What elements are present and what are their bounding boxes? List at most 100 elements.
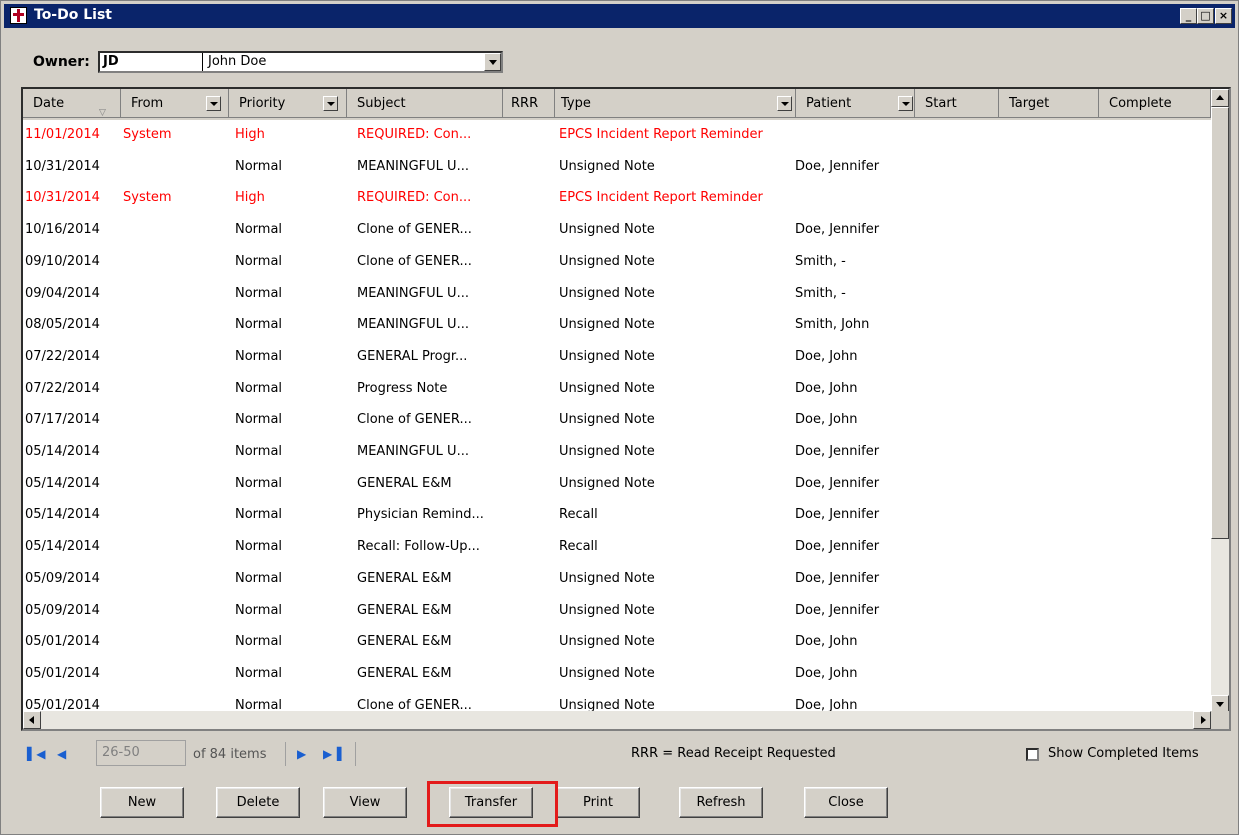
cell-date: 10/16/2014 [25, 222, 100, 238]
table-row[interactable]: 07/17/2014 Normal Clone of GENER... Unsigne… [23, 405, 1211, 436]
column-header-start[interactable]: Start [915, 89, 999, 118]
column-header-type[interactable]: Type [555, 89, 795, 118]
minimize-button[interactable]: _ [1180, 8, 1197, 24]
column-header-date[interactable]: Date ▽ [23, 89, 121, 118]
scroll-left-icon[interactable] [23, 711, 41, 729]
cell-priority: Normal [235, 285, 283, 301]
table-row[interactable]: 10/31/2014 Normal MEANINGFUL U... Unsigned … [23, 152, 1211, 183]
cell-type: Unsigned Note [559, 285, 655, 301]
cell-subject: GENERAL E&M [357, 475, 452, 491]
cell-subject: REQUIRED: Con... [357, 127, 472, 142]
cell-patient: Doe, John [795, 665, 858, 681]
show-completed-checkbox[interactable] [1026, 748, 1039, 761]
table-row[interactable]: 05/14/2014 Normal MEANINGFUL U... Unsigned … [23, 437, 1211, 468]
todo-grid[interactable]: Date ▽ From Priority Subject RRR Type Pat… [21, 87, 1231, 731]
vertical-scrollbar[interactable] [1211, 89, 1229, 713]
column-label: RRR [511, 96, 539, 111]
table-row[interactable]: 07/22/2014 Normal GENERAL Progr... Unsigned… [23, 342, 1211, 373]
column-header-priority[interactable]: Priority [229, 89, 347, 118]
table-row[interactable]: 07/22/2014 Normal Progress Note Unsigned No… [23, 374, 1211, 405]
refresh-button[interactable]: Refresh [679, 787, 763, 818]
cell-type: EPCS Incident Report Reminder [559, 127, 763, 142]
title-bar[interactable]: To-Do List _ □ × [4, 4, 1235, 28]
owner-name: John Doe [208, 54, 267, 69]
cell-subject: Clone of GENER... [357, 412, 472, 428]
page-range-input[interactable]: 26-50 [96, 740, 186, 766]
column-label: Priority [239, 96, 286, 111]
table-row[interactable]: 05/14/2014 Normal GENERAL E&M Unsigned Note… [23, 469, 1211, 500]
table-row[interactable]: 05/09/2014 Normal GENERAL E&M Unsigned Note… [23, 564, 1211, 595]
app-icon [10, 7, 27, 24]
print-button[interactable]: Print [556, 787, 640, 818]
owner-separator [202, 53, 203, 71]
cell-type: Unsigned Note [559, 412, 655, 428]
cell-type: Unsigned Note [559, 222, 655, 238]
column-header-rrr[interactable]: RRR [503, 89, 555, 118]
table-row[interactable]: 05/14/2014 Normal Physician Remind... Recal… [23, 500, 1211, 531]
scroll-up-icon[interactable] [1211, 89, 1229, 107]
table-row[interactable]: 09/04/2014 Normal MEANINGFUL U... Unsigned … [23, 279, 1211, 310]
cell-priority: Normal [235, 380, 283, 396]
cell-priority: Normal [235, 539, 283, 555]
column-header-patient[interactable]: Patient [795, 89, 915, 118]
cell-patient: Doe, Jennifer [795, 158, 880, 174]
table-row[interactable]: 08/05/2014 Normal MEANINGFUL U... Unsigned … [23, 310, 1211, 341]
cell-subject: GENERAL E&M [357, 570, 452, 586]
cell-type: Unsigned Note [559, 634, 655, 650]
maximize-button[interactable]: □ [1197, 8, 1214, 24]
first-page-icon[interactable]: ▌◀ [27, 747, 45, 761]
horizontal-scrollbar[interactable] [23, 711, 1211, 729]
column-header-target[interactable]: Target [999, 89, 1099, 118]
cell-subject: GENERAL E&M [357, 665, 452, 681]
chevron-down-icon[interactable] [484, 53, 501, 71]
delete-button[interactable]: Delete [216, 787, 300, 818]
filter-dropdown-icon[interactable] [323, 96, 338, 111]
cell-subject: Clone of GENER... [357, 253, 472, 269]
cell-date: 05/09/2014 [25, 602, 100, 618]
cell-priority: Normal [235, 602, 283, 618]
cell-priority: Normal [235, 570, 283, 586]
window-title: To-Do List [34, 7, 112, 23]
cell-priority: Normal [235, 317, 283, 333]
cell-type: Unsigned Note [559, 380, 655, 396]
cell-type: Unsigned Note [559, 348, 655, 364]
column-header-from[interactable]: From [121, 89, 229, 118]
cell-patient: Smith, John [795, 317, 870, 333]
cell-patient: Doe, Jennifer [795, 602, 880, 618]
cell-type: Unsigned Note [559, 253, 655, 269]
table-row[interactable]: 05/14/2014 Normal Recall: Follow-Up... Reca… [23, 532, 1211, 563]
filter-dropdown-icon[interactable] [206, 96, 221, 111]
cell-subject: MEANINGFUL U... [357, 285, 469, 301]
last-page-icon[interactable]: ▶▐ [323, 747, 341, 761]
scroll-right-icon[interactable] [1193, 711, 1211, 729]
cell-priority: Normal [235, 507, 283, 523]
cell-priority: Normal [235, 348, 283, 364]
close-window-button[interactable]: × [1215, 8, 1232, 24]
filter-dropdown-icon[interactable] [777, 96, 792, 111]
cell-patient: Doe, Jennifer [795, 570, 880, 586]
column-header-subject[interactable]: Subject [347, 89, 503, 118]
transfer-highlight-box [427, 781, 558, 827]
table-row[interactable]: 09/10/2014 Normal Clone of GENER... Unsigne… [23, 247, 1211, 278]
owner-select[interactable]: JD John Doe [98, 51, 503, 73]
close-button[interactable]: Close [804, 787, 888, 818]
table-row[interactable]: 10/16/2014 Normal Clone of GENER... Unsigne… [23, 215, 1211, 246]
previous-page-icon[interactable]: ◀ [57, 747, 66, 761]
cell-patient: Doe, John [795, 412, 858, 428]
next-page-icon[interactable]: ▶ [297, 747, 306, 761]
view-button[interactable]: View [323, 787, 407, 818]
show-completed-label: Show Completed Items [1048, 746, 1199, 761]
owner-label: Owner: [33, 54, 90, 70]
grid-header: Date ▽ From Priority Subject RRR Type Pat… [23, 89, 1213, 120]
scroll-thumb[interactable] [1211, 107, 1229, 539]
table-row[interactable]: 11/01/2014 System High REQUIRED: Con... EPCS… [23, 120, 1211, 151]
cell-subject: Progress Note [357, 380, 448, 396]
cell-patient: Doe, John [795, 348, 858, 364]
filter-dropdown-icon[interactable] [898, 96, 913, 111]
table-row[interactable]: 10/31/2014 System High REQUIRED: Con... EPCS… [23, 183, 1211, 214]
table-row[interactable]: 05/09/2014 Normal GENERAL E&M Unsigned Note… [23, 596, 1211, 627]
column-header-complete[interactable]: Complete [1099, 89, 1211, 118]
table-row[interactable]: 05/01/2014 Normal GENERAL E&M Unsigned Note… [23, 627, 1211, 658]
new-button[interactable]: New [100, 787, 184, 818]
table-row[interactable]: 05/01/2014 Normal GENERAL E&M Unsigned Note… [23, 659, 1211, 690]
